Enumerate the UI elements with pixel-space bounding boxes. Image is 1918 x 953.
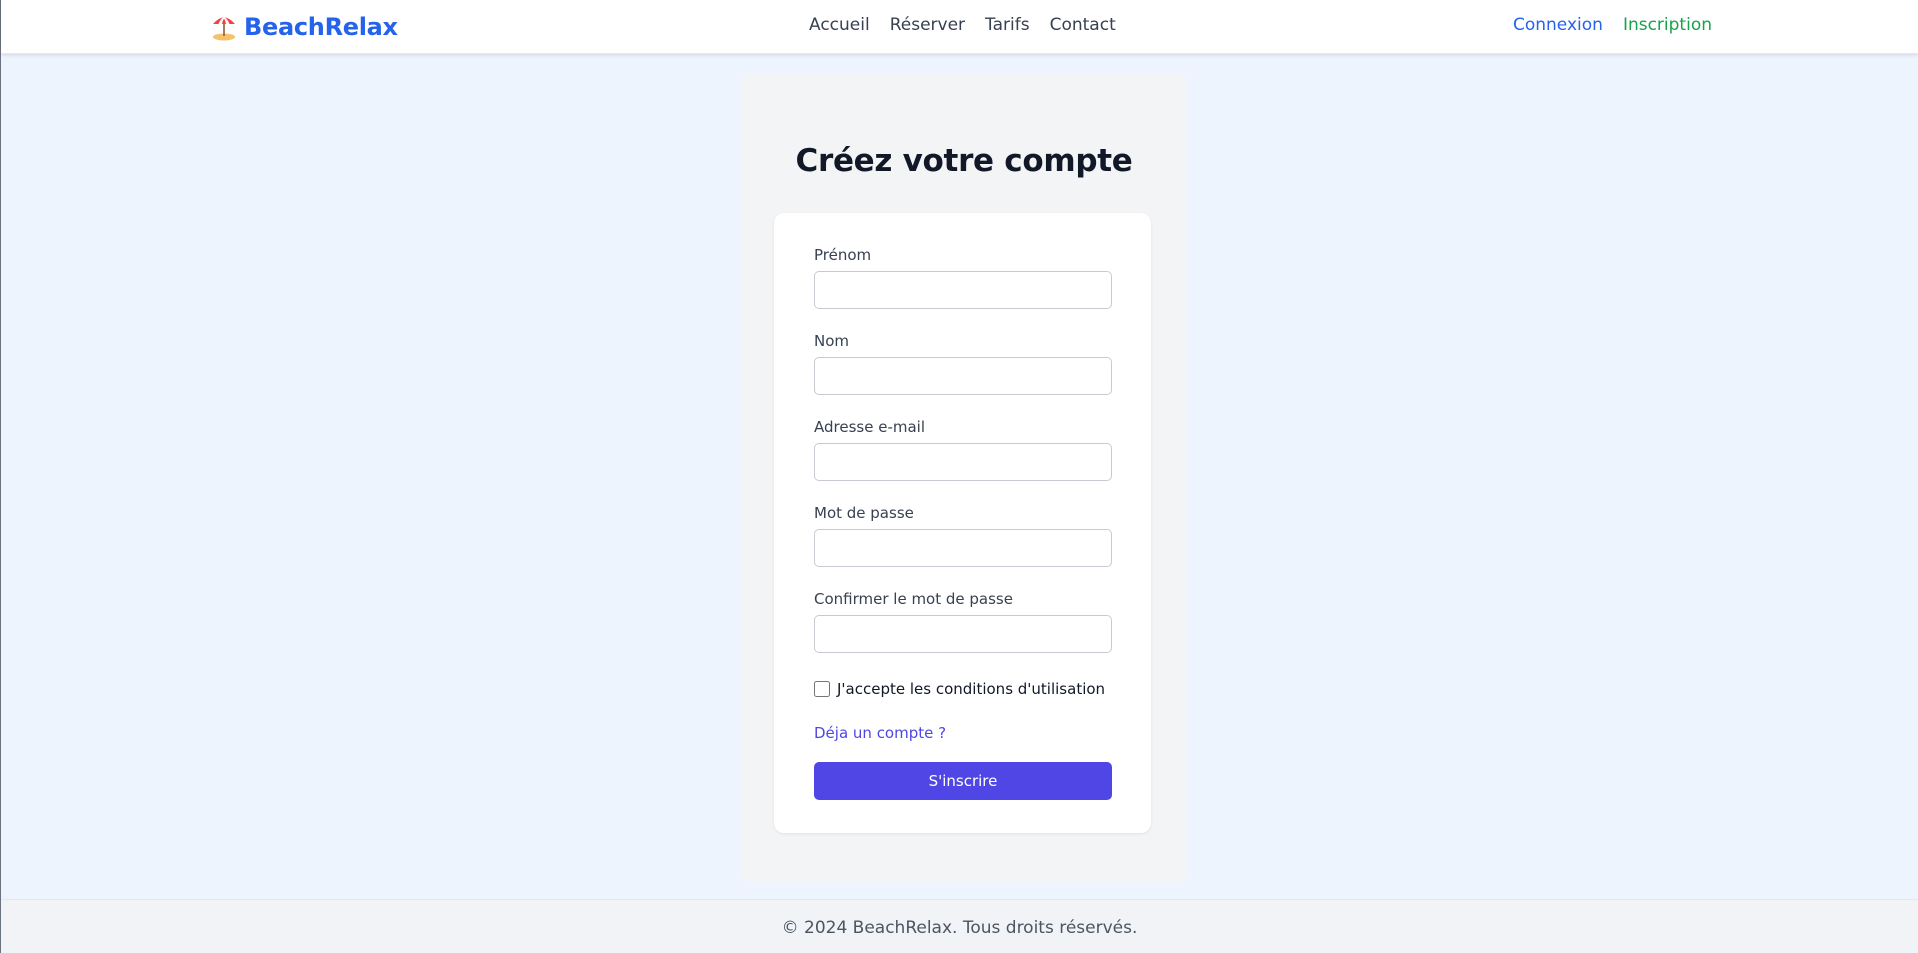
password-input[interactable] — [814, 529, 1112, 567]
signup-panel: Créez votre compte Prénom Nom Adresse e-… — [742, 73, 1186, 881]
password-field-group: Mot de passe — [814, 503, 1112, 567]
terms-label: J'accepte les conditions d'utilisation — [837, 680, 1106, 698]
terms-checkbox[interactable] — [814, 681, 830, 697]
nav-item-reserver[interactable]: Réserver — [890, 15, 965, 35]
login-link[interactable]: Connexion — [1513, 15, 1603, 35]
nav-item-accueil[interactable]: Accueil — [809, 15, 870, 35]
signup-submit-button[interactable]: S'inscrire — [814, 762, 1112, 800]
brand-name: BeachRelax — [244, 13, 398, 41]
email-input[interactable] — [814, 443, 1112, 481]
beach-umbrella-icon — [213, 17, 235, 41]
top-navbar: BeachRelax Accueil Réserver Tarifs Conta… — [1, 0, 1918, 54]
first-name-field-group: Prénom — [814, 245, 1112, 309]
copyright-text: © 2024 BeachRelax. Tous droits réservés. — [781, 918, 1138, 938]
confirm-password-field-group: Confirmer le mot de passe — [814, 589, 1112, 653]
nav-item-tarifs[interactable]: Tarifs — [985, 15, 1030, 35]
brand-logo-link[interactable]: BeachRelax — [210, 12, 398, 42]
email-label: Adresse e-mail — [814, 418, 925, 436]
have-account-link[interactable]: Déja un compte ? — [814, 724, 946, 742]
auth-links: Connexion Inscription — [1513, 15, 1712, 35]
confirm-password-label: Confirmer le mot de passe — [814, 590, 1013, 608]
first-name-input[interactable] — [814, 271, 1112, 309]
email-field-group: Adresse e-mail — [814, 417, 1112, 481]
page-title: Créez votre compte — [795, 143, 1133, 179]
signup-link[interactable]: Inscription — [1623, 15, 1712, 35]
last-name-input[interactable] — [814, 357, 1112, 395]
main-nav: Accueil Réserver Tarifs Contact — [809, 15, 1116, 35]
page-footer: © 2024 BeachRelax. Tous droits réservés. — [1, 899, 1918, 953]
confirm-password-input[interactable] — [814, 615, 1112, 653]
terms-row[interactable]: J'accepte les conditions d'utilisation — [814, 680, 1105, 698]
first-name-label: Prénom — [814, 246, 872, 264]
nav-item-contact[interactable]: Contact — [1050, 15, 1116, 35]
last-name-field-group: Nom — [814, 331, 1112, 395]
password-label: Mot de passe — [814, 504, 914, 522]
last-name-label: Nom — [814, 332, 850, 350]
signup-form: Prénom Nom Adresse e-mail Mot de passe C… — [774, 213, 1151, 833]
